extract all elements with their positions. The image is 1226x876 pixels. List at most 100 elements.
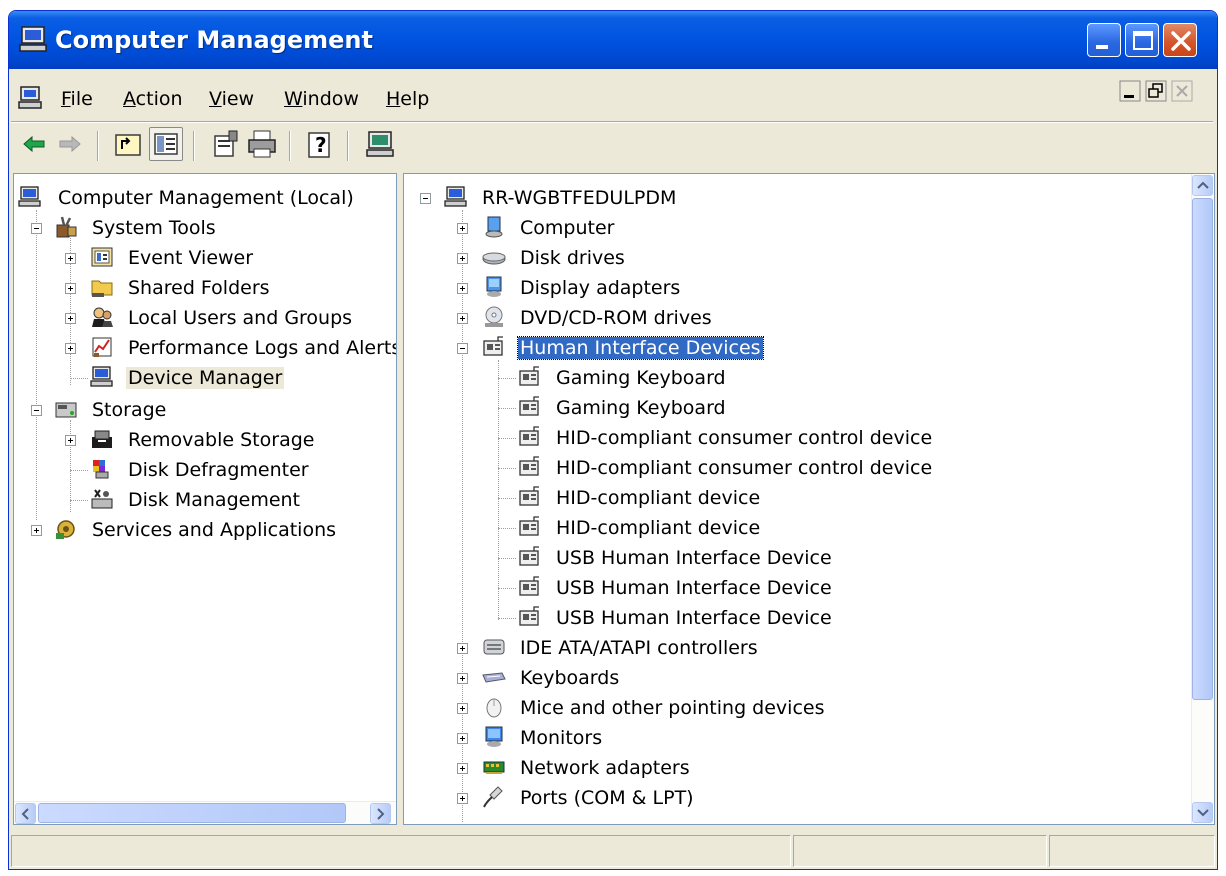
tree-label: RR-WGBTFEDULPDM — [482, 187, 677, 209]
close-button[interactable] — [1163, 23, 1197, 57]
scroll-thumb[interactable] — [1192, 198, 1213, 700]
tree-connector — [498, 618, 516, 619]
tree-item-computer-management[interactable]: Computer Management (Local) — [18, 184, 388, 212]
tree-item-hid-device[interactable]: HID-compliant consumer control device — [404, 424, 1164, 452]
expand-toggle[interactable] — [65, 435, 76, 446]
up-one-level-icon[interactable] — [111, 127, 145, 161]
tree-label: Mice and other pointing devices — [520, 697, 825, 719]
child-close-icon[interactable] — [1171, 80, 1193, 102]
expand-toggle[interactable] — [457, 703, 468, 714]
tree-item-hid-device[interactable]: Gaming Keyboard — [404, 394, 1164, 422]
expand-toggle[interactable] — [457, 763, 468, 774]
scroll-left-button[interactable] — [15, 803, 36, 824]
tree-item-local-users[interactable]: Local Users and Groups — [18, 304, 388, 332]
child-minimize-icon[interactable] — [1119, 80, 1141, 102]
tree-item-hid-device[interactable]: USB Human Interface Device — [404, 574, 1164, 602]
tree-item-removable-storage[interactable]: Removable Storage — [18, 426, 388, 454]
event-viewer-icon — [91, 247, 113, 267]
menu-action[interactable]: Action — [123, 88, 183, 110]
tree-item-ide-controllers[interactable]: IDE ATA/ATAPI controllers — [404, 634, 1164, 662]
scroll-right-button[interactable] — [370, 803, 391, 824]
tree-connector — [70, 378, 88, 379]
tree-item-network-adapters[interactable]: Network adapters — [404, 754, 1164, 782]
device-manager-icon[interactable] — [363, 127, 397, 161]
tree-item-hid-device[interactable]: HID-compliant device — [404, 484, 1164, 512]
expand-toggle[interactable] — [457, 733, 468, 744]
expand-toggle[interactable] — [31, 525, 42, 536]
mmc-document-icon[interactable] — [17, 84, 45, 112]
tree-item-keyboards[interactable]: Keyboards — [404, 664, 1164, 692]
title-bar[interactable]: Computer Management — [9, 11, 1217, 69]
tree-connector — [498, 438, 516, 439]
console-tree-horizontal-scrollbar[interactable] — [14, 801, 396, 824]
print-icon[interactable] — [245, 127, 279, 161]
scroll-down-button[interactable] — [1192, 802, 1213, 823]
tree-item-computer[interactable]: Computer — [404, 214, 1164, 242]
menu-window[interactable]: Window — [284, 88, 359, 110]
expand-toggle[interactable] — [457, 283, 468, 294]
tree-item-dvd-cdrom[interactable]: DVD/CD-ROM drives — [404, 304, 1164, 332]
performance-logs-icon — [92, 337, 112, 357]
tree-item-disk-management[interactable]: Disk Management — [18, 486, 388, 514]
tree-item-device-manager[interactable]: Device Manager — [18, 364, 388, 392]
menu-view[interactable]: View — [209, 88, 254, 110]
tree-item-mice[interactable]: Mice and other pointing devices — [404, 694, 1164, 722]
tree-item-hid-device[interactable]: HID-compliant device — [404, 514, 1164, 542]
collapse-toggle[interactable] — [31, 223, 42, 234]
properties-icon[interactable] — [209, 127, 243, 161]
tree-item-shared-folders[interactable]: Shared Folders — [18, 274, 388, 302]
tree-label: Shared Folders — [128, 277, 270, 299]
disk-drive-icon — [482, 252, 506, 265]
tree-connector — [498, 378, 516, 379]
help-icon[interactable]: ? — [303, 127, 337, 161]
tree-item-hid-device[interactable]: Gaming Keyboard — [404, 364, 1164, 392]
expand-toggle[interactable] — [65, 343, 76, 354]
collapse-toggle[interactable] — [457, 343, 468, 354]
expand-toggle[interactable] — [65, 283, 76, 294]
tree-item-computer-root[interactable]: RR-WGBTFEDULPDM — [404, 184, 1164, 212]
tree-item-display-adapters[interactable]: Display adapters — [404, 274, 1164, 302]
tree-item-performance-logs[interactable]: Performance Logs and Alerts — [18, 334, 396, 362]
child-restore-icon[interactable] — [1145, 80, 1167, 102]
arrow-down-icon — [1197, 809, 1209, 817]
back-arrow-icon[interactable] — [17, 127, 51, 161]
expand-toggle[interactable] — [65, 253, 76, 264]
tree-label: DVD/CD-ROM drives — [520, 307, 712, 329]
expand-toggle[interactable] — [65, 313, 76, 324]
device-tree-pane[interactable]: RR-WGBTFEDULPDM Computer Disk drives Dis… — [403, 173, 1215, 825]
tree-item-hid-device[interactable]: USB Human Interface Device — [404, 544, 1164, 572]
tree-item-human-interface-devices[interactable]: Human Interface Devices — [404, 334, 1164, 362]
tree-item-event-viewer[interactable]: Event Viewer — [18, 244, 388, 272]
expand-toggle[interactable] — [457, 223, 468, 234]
tree-item-hid-device[interactable]: USB Human Interface Device — [404, 604, 1164, 632]
console-tree-pane[interactable]: Computer Management (Local) System Tools… — [13, 173, 397, 825]
expand-toggle[interactable] — [457, 313, 468, 324]
tree-item-system-tools[interactable]: System Tools — [18, 214, 388, 242]
tree-item-disk-defragmenter[interactable]: Disk Defragmenter — [18, 456, 388, 484]
collapse-toggle[interactable] — [420, 193, 431, 204]
scroll-thumb[interactable] — [38, 803, 346, 823]
expand-toggle[interactable] — [457, 253, 468, 264]
menu-help[interactable]: Help — [386, 88, 429, 110]
tree-label: HID-compliant consumer control device — [556, 427, 933, 449]
device-tree-vertical-scrollbar[interactable] — [1191, 174, 1214, 824]
menu-file[interactable]: File — [61, 88, 93, 110]
tree-item-services-applications[interactable]: Services and Applications — [18, 516, 388, 544]
arrow-left-icon — [21, 808, 29, 820]
maximize-button[interactable] — [1125, 23, 1159, 57]
scroll-up-button[interactable] — [1192, 175, 1213, 196]
expand-toggle[interactable] — [457, 673, 468, 684]
tree-item-storage[interactable]: Storage — [18, 396, 388, 424]
hid-device-icon — [519, 456, 539, 476]
show-hide-console-tree-button[interactable] — [149, 127, 183, 161]
tree-item-hid-device[interactable]: HID-compliant consumer control device — [404, 454, 1164, 482]
tree-connector — [70, 500, 88, 501]
tree-item-monitors[interactable]: Monitors — [404, 724, 1164, 752]
tree-item-ports[interactable]: Ports (COM & LPT) — [404, 784, 1164, 812]
minimize-button[interactable] — [1087, 23, 1121, 57]
tree-item-disk-drives[interactable]: Disk drives — [404, 244, 1164, 272]
collapse-toggle[interactable] — [31, 405, 42, 416]
expand-toggle[interactable] — [457, 793, 468, 804]
expand-toggle[interactable] — [457, 643, 468, 654]
forward-arrow-icon[interactable] — [53, 127, 87, 161]
